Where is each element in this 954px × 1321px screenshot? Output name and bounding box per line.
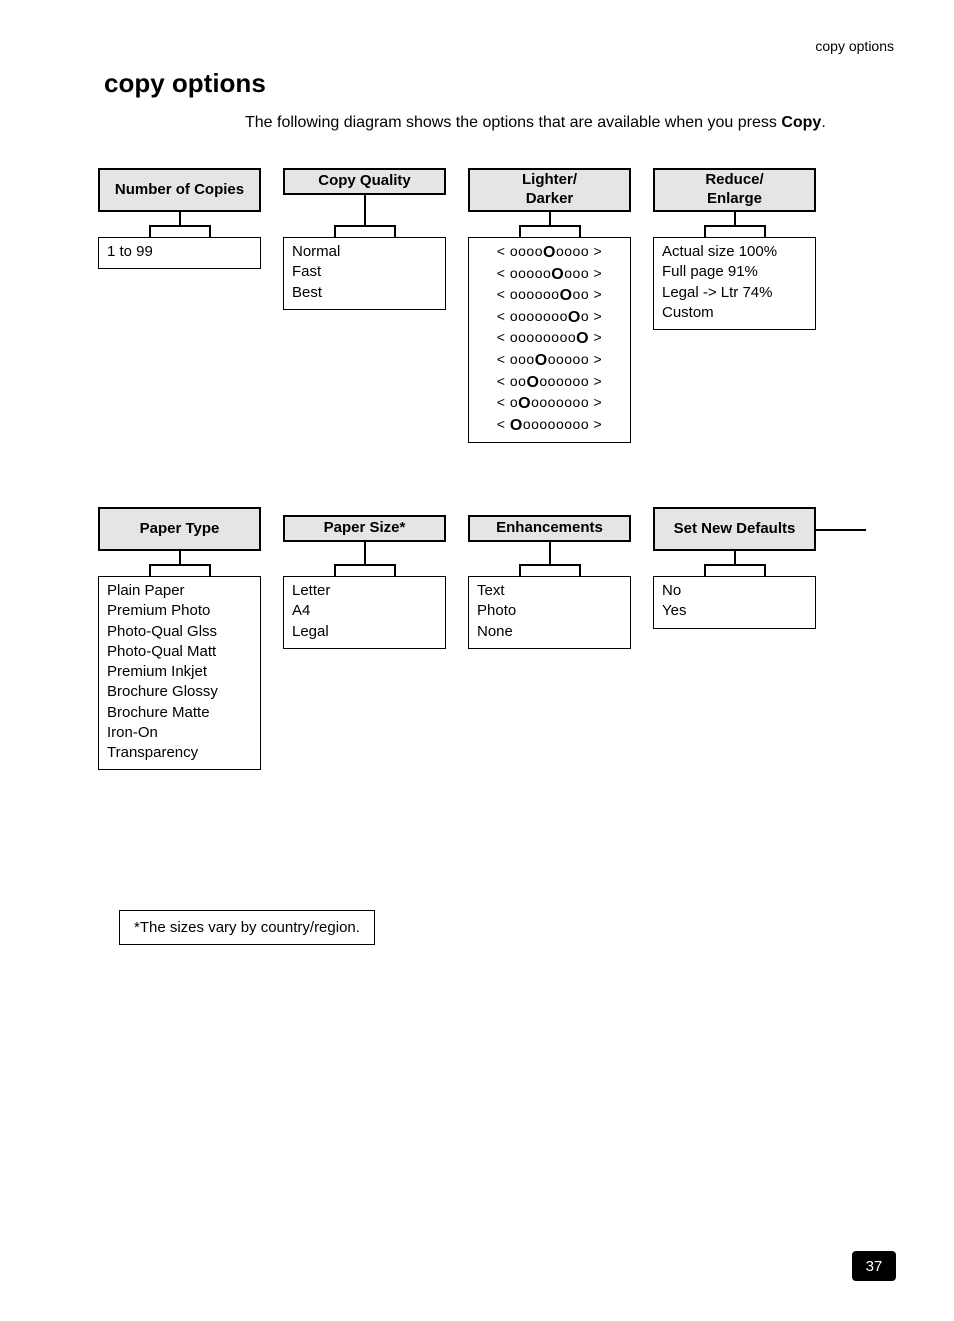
list-item: < oooOooooo > xyxy=(477,350,622,372)
group-lighter-darker: Lighter/Darker < ooooOoooo >< oooooOooo … xyxy=(468,168,631,443)
group-enhancements: Enhancements TextPhotoNone xyxy=(468,507,631,770)
options-number-of-copies: 1 to 99 xyxy=(98,237,261,269)
list-item: Legal xyxy=(292,622,437,642)
header-reduce-enlarge: Reduce/Enlarge xyxy=(653,168,816,212)
options-paper-size: LetterA4Legal xyxy=(283,576,446,649)
group-copy-quality: Copy Quality NormalFastBest xyxy=(283,168,446,443)
list-item: Photo-Qual Glss xyxy=(107,622,252,642)
list-item: Iron-On xyxy=(107,723,252,743)
list-item: < ooooooOoo > xyxy=(477,285,622,307)
connector-icon xyxy=(334,225,396,227)
list-item: Letter xyxy=(292,581,437,601)
list-item: < oooooOooo > xyxy=(477,264,622,286)
options-row-1: Number of Copies 1 to 99 Copy Quality No… xyxy=(98,168,816,443)
connector-icon xyxy=(704,564,766,566)
list-item: A4 xyxy=(292,601,437,621)
group-paper-type: Paper Type Plain PaperPremium PhotoPhoto… xyxy=(98,507,261,770)
connector-icon xyxy=(704,227,766,237)
connector-icon xyxy=(734,551,736,564)
group-number-of-copies: Number of Copies 1 to 99 xyxy=(98,168,261,443)
connector-icon xyxy=(149,566,211,576)
list-item: Plain Paper xyxy=(107,581,252,601)
options-enhancements: TextPhotoNone xyxy=(468,576,631,649)
list-item: Full page 91% xyxy=(662,262,807,282)
list-item: No xyxy=(662,581,807,601)
connector-icon xyxy=(519,225,581,227)
connector-icon xyxy=(364,195,366,225)
group-reduce-enlarge: Reduce/Enlarge Actual size 100%Full page… xyxy=(653,168,816,443)
intro-tail: . xyxy=(821,114,825,131)
options-copy-quality: NormalFastBest xyxy=(283,237,446,310)
connector-icon xyxy=(734,212,736,225)
options-lighter-darker: < ooooOoooo >< oooooOooo >< ooooooOoo ><… xyxy=(468,237,631,443)
options-set-new-defaults: NoYes xyxy=(653,576,816,629)
intro-bold: Copy xyxy=(781,114,821,131)
footnote: *The sizes vary by country/region. xyxy=(119,910,375,945)
page-title: copy options xyxy=(104,68,266,99)
group-paper-size: Paper Size* LetterA4Legal xyxy=(283,507,446,770)
header-set-new-defaults: Set New Defaults xyxy=(653,507,816,551)
connector-icon xyxy=(179,551,181,564)
list-item: Transparency xyxy=(107,743,252,763)
header-paper-size: Paper Size* xyxy=(283,515,446,542)
connector-icon xyxy=(149,227,211,237)
list-item: Premium Inkjet xyxy=(107,662,252,682)
list-item: Yes xyxy=(662,601,807,621)
options-reduce-enlarge: Actual size 100%Full page 91%Legal -> Lt… xyxy=(653,237,816,330)
connector-icon xyxy=(519,564,581,566)
list-item: < Ooooooooo > xyxy=(477,415,622,437)
list-item: < ooOoooooo > xyxy=(477,372,622,394)
list-item: Best xyxy=(292,283,437,303)
options-paper-type: Plain PaperPremium PhotoPhoto-Qual GlssP… xyxy=(98,576,261,770)
list-item: < oOooooooo > xyxy=(477,393,622,415)
list-item: Normal xyxy=(292,242,437,262)
header-lighter-darker: Lighter/Darker xyxy=(468,168,631,212)
connector-icon xyxy=(179,212,181,225)
connector-icon xyxy=(149,225,211,227)
list-item: < ooooooooO > xyxy=(477,328,622,350)
header-copy-quality: Copy Quality xyxy=(283,168,446,195)
connector-icon xyxy=(334,564,396,566)
list-item: < ooooOoooo > xyxy=(477,242,622,264)
connector-icon xyxy=(334,227,396,237)
list-item: Photo-Qual Matt xyxy=(107,642,252,662)
intro-paragraph: The following diagram shows the options … xyxy=(245,112,855,134)
connector-icon xyxy=(364,542,366,564)
list-item: Text xyxy=(477,581,622,601)
connector-icon xyxy=(816,529,866,531)
group-set-new-defaults: Set New Defaults NoYes xyxy=(653,507,816,770)
list-item: Actual size 100% xyxy=(662,242,807,262)
page-number: 37 xyxy=(852,1251,896,1281)
options-row-2: Paper Type Plain PaperPremium PhotoPhoto… xyxy=(98,507,816,770)
list-item: 1 to 99 xyxy=(107,242,252,262)
intro-text: The following diagram shows the options … xyxy=(245,114,781,131)
list-item: Legal -> Ltr 74% xyxy=(662,283,807,303)
list-item: Fast xyxy=(292,262,437,282)
connector-icon xyxy=(704,566,766,576)
header-enhancements: Enhancements xyxy=(468,515,631,542)
list-item: Custom xyxy=(662,303,807,323)
list-item: Brochure Matte xyxy=(107,703,252,723)
list-item: None xyxy=(477,622,622,642)
list-item: Photo xyxy=(477,601,622,621)
list-item: Brochure Glossy xyxy=(107,682,252,702)
list-item: < oooooooOo > xyxy=(477,307,622,329)
connector-icon xyxy=(519,227,581,237)
running-header: copy options xyxy=(815,38,894,54)
connector-icon xyxy=(334,566,396,576)
list-item: Premium Photo xyxy=(107,601,252,621)
connector-icon xyxy=(704,225,766,227)
connector-icon xyxy=(149,564,211,566)
header-number-of-copies: Number of Copies xyxy=(98,168,261,212)
connector-icon xyxy=(549,542,551,564)
header-paper-type: Paper Type xyxy=(98,507,261,551)
connector-icon xyxy=(549,212,551,225)
connector-icon xyxy=(519,566,581,576)
